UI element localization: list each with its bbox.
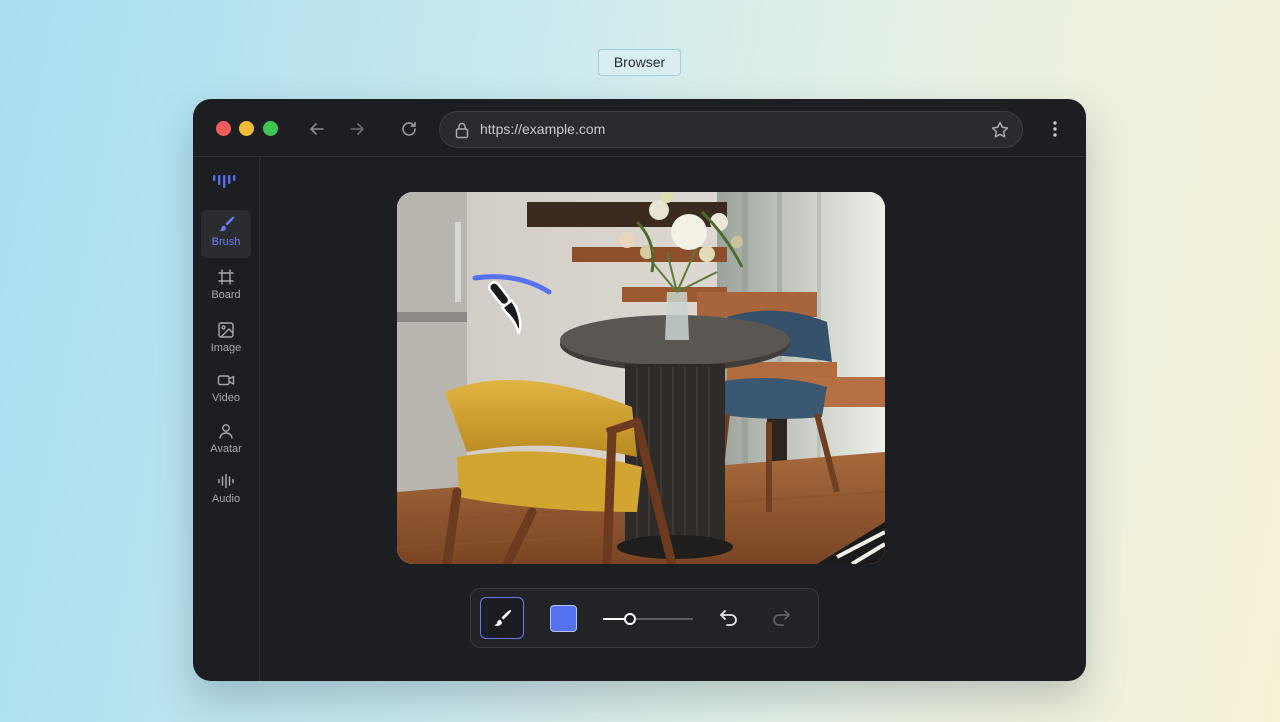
back-arrow-icon	[310, 123, 324, 135]
sidebar-item-board[interactable]: Board	[201, 263, 251, 311]
audio-waveform-icon	[218, 473, 234, 489]
color-swatch-button[interactable]	[550, 605, 577, 632]
image-icon	[218, 322, 234, 338]
lock-icon	[455, 122, 469, 139]
video-icon	[217, 375, 235, 386]
drawing-toolbar	[470, 588, 819, 648]
sidebar-item-brush[interactable]: Brush	[201, 210, 251, 258]
tool-sidebar: Brush Board Image Video Avatar Audio	[193, 157, 260, 681]
maximize-window-button[interactable]	[263, 121, 278, 136]
forward-button[interactable]	[346, 118, 368, 140]
minimize-window-button[interactable]	[239, 121, 254, 136]
redo-button[interactable]	[769, 606, 793, 630]
browser-titlebar: https://example.com	[193, 99, 1086, 157]
brush-size-slider[interactable]	[601, 609, 695, 629]
browser-window: https://example.com Brush Board Image Vi…	[193, 99, 1086, 681]
undo-button[interactable]	[717, 606, 741, 630]
reload-button[interactable]	[398, 118, 420, 140]
sidebar-item-avatar[interactable]: Avatar	[201, 417, 251, 465]
sidebar-item-image[interactable]: Image	[201, 316, 251, 364]
brush-icon	[494, 609, 512, 626]
sidebar-item-audio[interactable]: Audio	[201, 467, 251, 515]
drawing-canvas[interactable]	[397, 192, 885, 564]
url-text: https://example.com	[480, 121, 606, 137]
close-window-button[interactable]	[216, 121, 231, 136]
star-icon[interactable]	[990, 120, 1010, 140]
board-frame-icon	[218, 269, 234, 285]
more-vertical-icon[interactable]	[1045, 118, 1065, 140]
dining-room-photo	[397, 192, 885, 564]
sidebar-item-label: Audio	[211, 493, 241, 505]
back-button[interactable]	[306, 118, 328, 140]
sidebar-item-video[interactable]: Video	[201, 366, 251, 414]
sidebar-item-label: Image	[210, 342, 242, 354]
browser-label: Browser	[598, 49, 681, 76]
brush-tool-button[interactable]	[480, 597, 524, 639]
avatar-icon	[219, 424, 233, 439]
sidebar-item-label: Video	[212, 392, 240, 404]
reload-icon	[402, 121, 416, 136]
brush-icon	[219, 216, 235, 232]
sidebar-item-label: Avatar	[210, 443, 242, 455]
forward-arrow-icon	[350, 123, 364, 135]
sidebar-item-label: Board	[211, 289, 241, 301]
address-bar[interactable]: https://example.com	[439, 111, 1023, 148]
app-logo-icon	[213, 175, 236, 188]
sidebar-item-label: Brush	[211, 236, 241, 248]
